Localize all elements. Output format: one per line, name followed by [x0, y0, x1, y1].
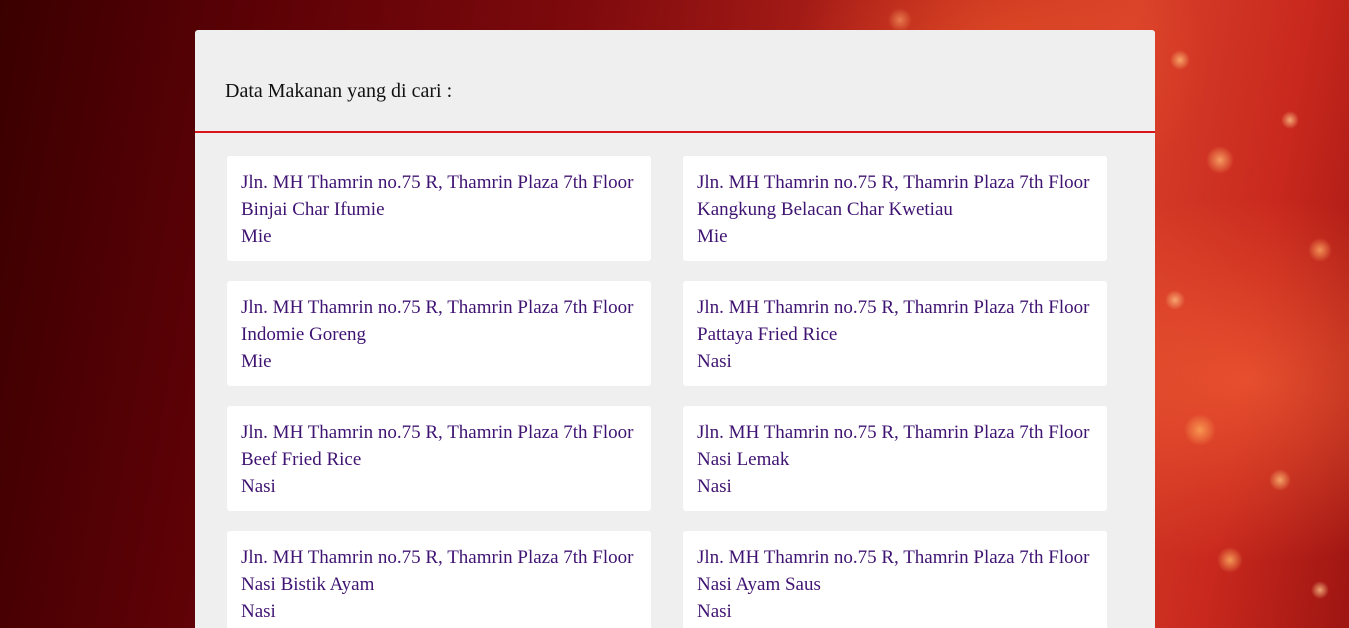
card-address: Jln. MH Thamrin no.75 R, Thamrin Plaza 7…: [697, 172, 1090, 193]
card-address: Jln. MH Thamrin no.75 R, Thamrin Plaza 7…: [697, 547, 1090, 568]
card-food-name: Beef Fried Rice: [241, 449, 362, 470]
result-card[interactable]: Jln. MH Thamrin no.75 R, Thamrin Plaza 7…: [227, 156, 651, 261]
card-food-name: Nasi Lemak: [697, 449, 790, 470]
card-category: Nasi: [697, 601, 732, 622]
result-card[interactable]: Jln. MH Thamrin no.75 R, Thamrin Plaza 7…: [683, 281, 1107, 386]
page-title: Data Makanan yang di cari :: [225, 80, 453, 102]
card-food-name: Binjai Char Ifumie: [241, 199, 385, 220]
results-grid: Jln. MH Thamrin no.75 R, Thamrin Plaza 7…: [227, 156, 1107, 628]
card-category: Nasi: [697, 476, 732, 497]
result-card[interactable]: Jln. MH Thamrin no.75 R, Thamrin Plaza 7…: [227, 281, 651, 386]
card-food-name: Nasi Bistik Ayam: [241, 574, 375, 595]
card-food-name: Nasi Ayam Saus: [697, 574, 821, 595]
card-address: Jln. MH Thamrin no.75 R, Thamrin Plaza 7…: [697, 422, 1090, 443]
card-category: Nasi: [697, 351, 732, 372]
card-address: Jln. MH Thamrin no.75 R, Thamrin Plaza 7…: [241, 547, 634, 568]
result-card[interactable]: Jln. MH Thamrin no.75 R, Thamrin Plaza 7…: [683, 156, 1107, 261]
card-category: Mie: [241, 351, 272, 372]
card-address: Jln. MH Thamrin no.75 R, Thamrin Plaza 7…: [241, 172, 634, 193]
card-address: Jln. MH Thamrin no.75 R, Thamrin Plaza 7…: [241, 297, 634, 318]
result-card[interactable]: Jln. MH Thamrin no.75 R, Thamrin Plaza 7…: [683, 531, 1107, 628]
search-results-panel: Data Makanan yang di cari : Jln. MH Tham…: [195, 30, 1155, 628]
card-food-name: Pattaya Fried Rice: [697, 324, 838, 345]
result-card[interactable]: Jln. MH Thamrin no.75 R, Thamrin Plaza 7…: [227, 406, 651, 511]
card-food-name: Indomie Goreng: [241, 324, 367, 345]
card-food-name: Kangkung Belacan Char Kwetiau: [697, 199, 953, 220]
card-category: Nasi: [241, 601, 276, 622]
result-card[interactable]: Jln. MH Thamrin no.75 R, Thamrin Plaza 7…: [227, 531, 651, 628]
card-category: Mie: [241, 226, 272, 247]
panel-header: Data Makanan yang di cari :: [195, 30, 1155, 133]
card-category: Nasi: [241, 476, 276, 497]
card-address: Jln. MH Thamrin no.75 R, Thamrin Plaza 7…: [697, 297, 1090, 318]
card-address: Jln. MH Thamrin no.75 R, Thamrin Plaza 7…: [241, 422, 634, 443]
result-card[interactable]: Jln. MH Thamrin no.75 R, Thamrin Plaza 7…: [683, 406, 1107, 511]
card-category: Mie: [697, 226, 728, 247]
